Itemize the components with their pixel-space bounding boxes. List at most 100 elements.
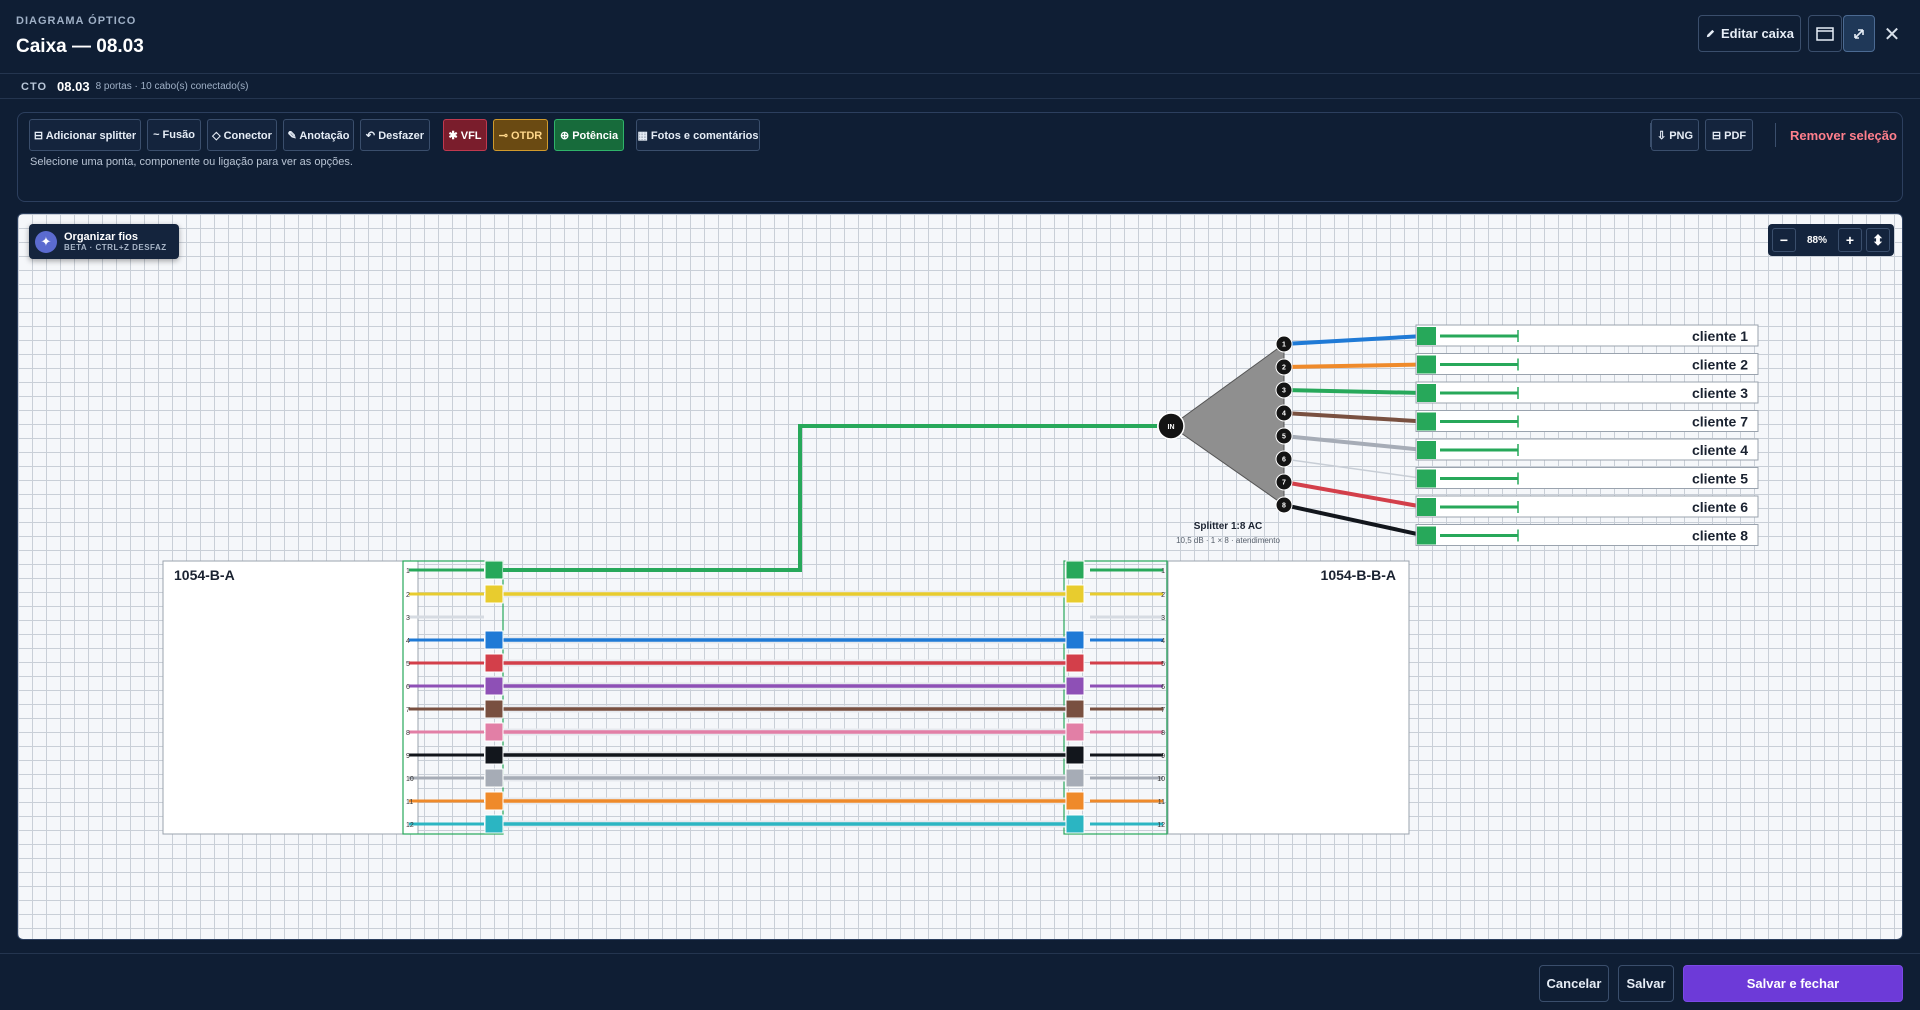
organize-wires-button[interactable]: ✦ Organizar fios BETA · CTRL+Z DESFAZ — [29, 224, 179, 259]
fiber-port-left[interactable] — [484, 699, 504, 719]
cable-left-name: 1054-B-A — [174, 567, 235, 583]
fiber-port-right[interactable] — [1065, 584, 1085, 604]
client-port[interactable] — [1417, 526, 1436, 545]
client-port[interactable] — [1417, 327, 1436, 345]
client-name: cliente 1 — [1692, 328, 1748, 344]
fiber-route-to-splitter[interactable] — [503, 424, 1157, 572]
cto-value: 08.03 — [57, 79, 90, 94]
client-port[interactable] — [1417, 355, 1436, 374]
expand-button[interactable] — [1843, 15, 1875, 52]
fiber-number-left: 1 — [406, 568, 410, 575]
cable-left-box[interactable] — [162, 560, 419, 835]
client-port[interactable] — [1417, 469, 1436, 488]
fiber-port-left[interactable] — [484, 745, 504, 765]
toolbar-button[interactable]: ◇ Conector — [207, 119, 277, 151]
export-png-button[interactable]: ⇩ PNG — [1651, 119, 1699, 151]
splitter-output-line[interactable] — [1283, 480, 1425, 509]
edit-box-button[interactable]: Editar caixa — [1698, 15, 1801, 52]
fiber-port-right[interactable] — [1065, 699, 1085, 719]
client-name: cliente 2 — [1692, 357, 1748, 373]
fiber-port-right[interactable] — [1065, 791, 1085, 811]
cable-right-name: 1054-B-B-A — [1321, 567, 1396, 583]
header-kicker: DIAGRAMA ÓPTICO — [16, 15, 137, 27]
client-port[interactable] — [1417, 384, 1436, 402]
splitter-output-number: 3 — [1282, 388, 1286, 395]
fiber-port-right[interactable] — [1065, 676, 1085, 696]
client-name: cliente 8 — [1692, 528, 1748, 544]
toolbar-button[interactable]: ✱ VFL — [443, 119, 487, 151]
organizer-subtitle: BETA · CTRL+Z DESFAZ — [64, 243, 167, 252]
client-name: cliente 3 — [1692, 385, 1748, 401]
splitter-input-label: IN — [1168, 424, 1175, 431]
fiber-port-left[interactable] — [484, 676, 504, 696]
fiber-number-right: 7 — [1161, 707, 1165, 714]
fit-view-button[interactable]: ⬍ — [1866, 228, 1890, 252]
save-and-close-button[interactable]: Salvar e fechar — [1683, 965, 1903, 1002]
cable-right-box[interactable] — [1167, 560, 1410, 835]
fiber-port-left[interactable] — [484, 814, 504, 834]
fiber-port-left[interactable] — [484, 560, 504, 580]
modal-header: DIAGRAMA ÓPTICO Caixa — 08.03 Editar cai… — [0, 0, 1920, 74]
fiber-port-left[interactable] — [484, 653, 504, 673]
toolbar-button[interactable]: ✎ Anotação — [283, 119, 354, 151]
splitter-output-line[interactable] — [1283, 388, 1425, 395]
fiber-number-left: 12 — [406, 822, 414, 829]
client-port[interactable] — [1417, 412, 1436, 431]
diagram-svg[interactable]: 1054-B-A 1054-B-B-A1 12 23 34 45 56 67 78 89 910 10… — [18, 214, 1903, 940]
fiber-number-left: 6 — [406, 684, 410, 691]
client-port[interactable] — [1417, 441, 1436, 459]
client-name: cliente 6 — [1692, 499, 1748, 515]
toolbar-button[interactable]: ~ Fusão — [147, 119, 201, 151]
fiber-port-left[interactable] — [484, 630, 504, 650]
fiber-number-right: 6 — [1161, 684, 1165, 691]
fiber-port-right[interactable] — [1065, 768, 1085, 788]
cto-tag: CTO — [21, 80, 48, 93]
splitter-output-number: 8 — [1282, 503, 1286, 510]
client-name: cliente 4 — [1692, 442, 1748, 458]
fiber-port-left[interactable] — [484, 584, 504, 604]
fiber-number-right: 1 — [1161, 568, 1165, 575]
fiber-number-right: 11 — [1158, 799, 1165, 806]
cancel-button[interactable]: Cancelar — [1539, 965, 1609, 1002]
export-pdf-button[interactable]: ⊟ PDF — [1705, 119, 1753, 151]
toolbar-separator — [1775, 123, 1776, 147]
splitter-body[interactable] — [1170, 343, 1285, 506]
fiber-number-left: 9 — [406, 753, 410, 760]
fiber-number-left: 4 — [406, 638, 410, 645]
zoom-out-button[interactable]: − — [1772, 228, 1796, 252]
window-mode-button[interactable] — [1808, 15, 1842, 52]
splitter-output-line[interactable] — [1283, 334, 1425, 346]
cto-meta: 8 portas · 10 cabo(s) conectado(s) — [95, 81, 249, 92]
splitter-output-line[interactable] — [1283, 411, 1425, 424]
fiber-port-left[interactable] — [484, 791, 504, 811]
fiber-port-right[interactable] — [1065, 560, 1085, 580]
close-button[interactable]: ✕ — [1880, 22, 1904, 46]
save-button[interactable]: Salvar — [1618, 965, 1674, 1002]
toolbar-button[interactable]: ⊟ Adicionar splitter — [29, 119, 141, 151]
zoom-in-button[interactable]: + — [1838, 228, 1862, 252]
fiber-number-left: 10 — [406, 776, 414, 783]
splitter-output-line[interactable] — [1283, 434, 1425, 452]
splitter-output-line[interactable] — [1283, 362, 1425, 369]
fiber-port-right[interactable] — [1065, 653, 1085, 673]
fiber-port-right[interactable] — [1065, 630, 1085, 650]
fiber-port-right[interactable] — [1065, 745, 1085, 765]
splitter-output-line[interactable] — [1283, 503, 1425, 538]
fiber-number-right: 5 — [1161, 661, 1165, 668]
diagram-canvas[interactable]: 1054-B-A 1054-B-B-A 1 1 2 2 3 3 4 4 5 5 6 6 7 7 8 8 9 9 10 10… — [17, 213, 1903, 940]
fiber-number-left: 8 — [406, 730, 410, 737]
fiber-port-left[interactable] — [484, 722, 504, 742]
fiber-port-right[interactable] — [1065, 722, 1085, 742]
splitter-output-number: 6 — [1282, 457, 1286, 464]
toolbar-button[interactable]: ▦ Fotos e comentários — [636, 119, 760, 151]
toolbar-button[interactable]: ↶ Desfazer — [360, 119, 430, 151]
fiber-port-right[interactable] — [1065, 814, 1085, 834]
toolbar-button[interactable]: ⊕ Potência — [554, 119, 624, 151]
fiber-port-left[interactable] — [484, 768, 504, 788]
expand-icon — [1854, 28, 1864, 39]
remove-selection-button[interactable]: Remover seleção — [1790, 119, 1897, 151]
modal-footer: Cancelar Salvar Salvar e fechar — [0, 953, 1920, 1010]
splitter-output-line[interactable] — [1283, 458, 1425, 480]
client-port[interactable] — [1417, 498, 1436, 516]
toolbar-button[interactable]: ⊸ OTDR — [493, 119, 548, 151]
